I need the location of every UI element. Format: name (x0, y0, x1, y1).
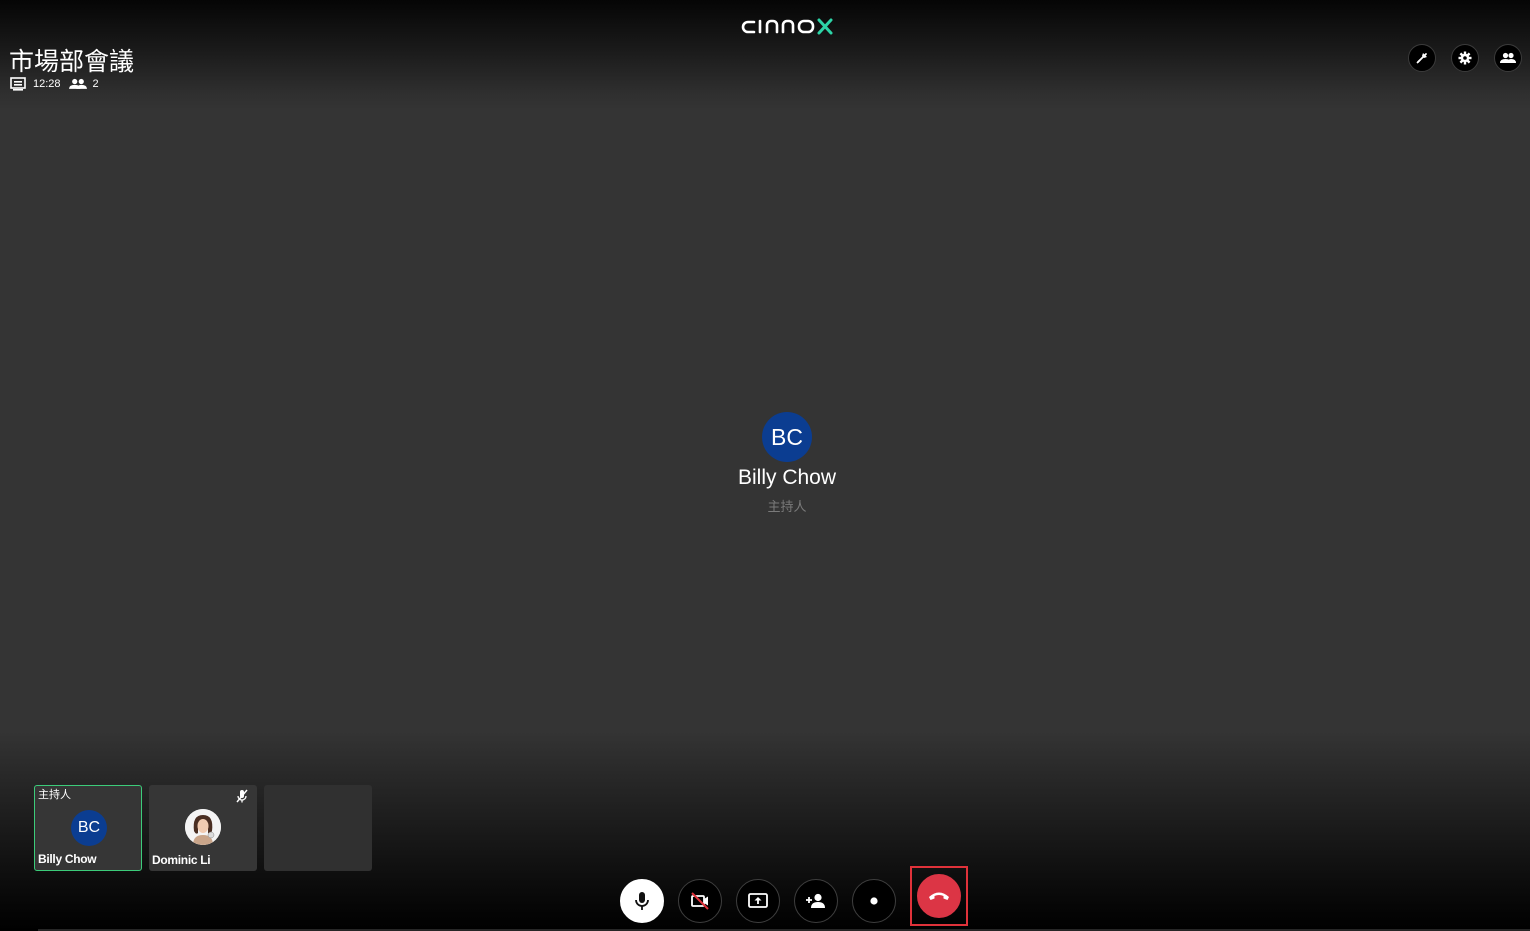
call-controls (620, 866, 968, 926)
active-speaker: BC Billy Chow 主持人 (665, 412, 909, 515)
screen-share-icon (748, 893, 768, 908)
mic-muted-icon (236, 789, 248, 803)
hang-up-icon (929, 892, 949, 900)
share-screen-button[interactable] (736, 879, 780, 923)
empty-tile (264, 785, 372, 871)
settings-button[interactable] (1451, 44, 1479, 72)
host-tag: 主持人 (38, 788, 71, 801)
presentation-icon (9, 76, 27, 92)
camera-button[interactable] (678, 879, 722, 923)
record-icon (870, 897, 878, 905)
add-participant-button[interactable] (794, 879, 838, 923)
hang-up-highlight (910, 866, 968, 926)
pin-icon (1416, 53, 1427, 64)
record-button[interactable] (852, 879, 896, 923)
active-speaker-avatar: BC (762, 412, 812, 462)
gear-icon (1458, 51, 1472, 65)
participant-name: Dominic Li (152, 853, 211, 867)
meeting-duration: 12:28 (33, 78, 61, 90)
top-right-controls (1408, 44, 1522, 72)
minimize-button[interactable] (1408, 44, 1436, 72)
cinnox-logo (741, 18, 833, 35)
meeting-title: 市場部會議 (9, 47, 135, 76)
active-speaker-role: 主持人 (767, 500, 807, 515)
microphone-icon (635, 892, 649, 910)
participants-icon (1500, 52, 1516, 63)
meeting-window: 市場部會議 12:28 2 BC Billy Chow 主持人 主持人 BC B… (0, 0, 1530, 931)
participant-count: 2 (92, 78, 99, 90)
participant-tile[interactable]: Dominic Li (149, 785, 257, 871)
camera-off-icon (691, 892, 709, 910)
participant-thumbnails: 主持人 BC Billy Chow Dominic Li (34, 785, 372, 871)
participants-button[interactable] (1494, 44, 1522, 72)
hang-up-button[interactable] (917, 874, 961, 918)
active-speaker-name: Billy Chow (737, 466, 837, 489)
add-person-icon (806, 893, 825, 908)
microphone-button[interactable] (620, 879, 664, 923)
meeting-info: 12:28 2 (9, 75, 99, 93)
participant-name: Billy Chow (38, 852, 97, 866)
participant-tile[interactable]: 主持人 BC Billy Chow (34, 785, 142, 871)
people-icon (68, 76, 87, 92)
avatar (185, 809, 221, 845)
avatar: BC (71, 810, 107, 846)
